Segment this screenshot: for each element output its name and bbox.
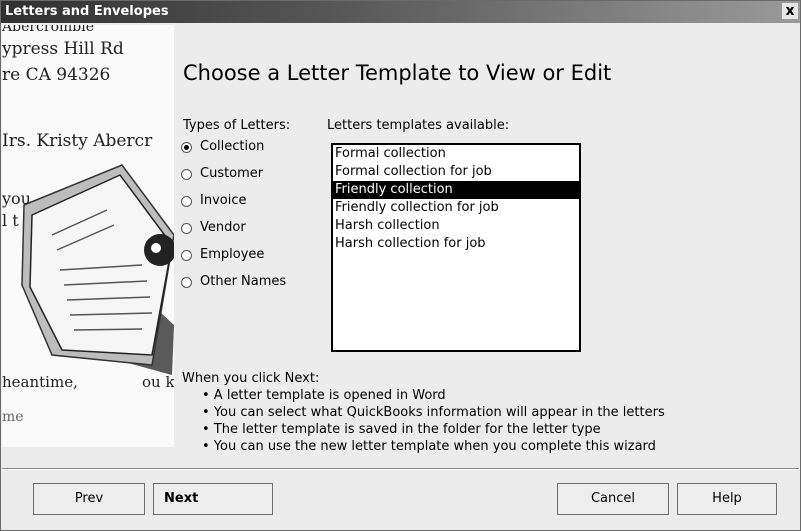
page-title: Choose a Letter Template to View or Edit: [183, 61, 612, 85]
radio-vendor-indicator[interactable]: [181, 223, 192, 234]
radio-other-names-label: Other Names: [200, 274, 287, 289]
notes-bullet-1: • A letter template is opened in Word: [202, 388, 446, 403]
help-button[interactable]: Help: [677, 483, 777, 515]
radio-invoice-label: Invoice: [200, 193, 247, 208]
cancel-button[interactable]: Cancel: [557, 483, 669, 515]
template-item-harsh-collection-job[interactable]: Harsh collection for job: [333, 235, 579, 253]
templates-listbox[interactable]: Formal collection Formal collection for …: [331, 143, 581, 352]
template-item-harsh-collection[interactable]: Harsh collection: [333, 217, 579, 235]
types-of-letters-label: Types of Letters:: [183, 118, 291, 133]
notes-bullet-3: • The letter template is saved in the fo…: [202, 422, 601, 437]
radio-employee-label: Employee: [200, 247, 265, 262]
radio-collection-indicator[interactable]: [181, 142, 192, 153]
notes-intro: When you click Next:: [182, 371, 320, 386]
template-item-formal-collection[interactable]: Formal collection: [333, 145, 579, 163]
prev-button[interactable]: Prev: [33, 483, 145, 515]
letter-pages-icon: [21, 164, 174, 375]
letters-envelopes-dialog: Letters and Envelopes x Abercrombie ypre…: [0, 0, 801, 531]
radio-customer-indicator[interactable]: [181, 169, 192, 180]
radio-vendor-label: Vendor: [200, 220, 246, 235]
templates-available-label: Letters templates available:: [327, 118, 510, 133]
letter-illustration-panel: Abercrombie ypress Hill Rd re CA 94326 I…: [2, 25, 174, 447]
radio-invoice-indicator[interactable]: [181, 196, 192, 207]
radio-customer-label: Customer: [200, 166, 264, 181]
close-icon[interactable]: x: [782, 3, 798, 19]
template-item-friendly-collection-job[interactable]: Friendly collection for job: [333, 199, 579, 217]
title-bar: Letters and Envelopes x: [1, 1, 800, 23]
footer-divider: [2, 468, 799, 470]
window-title: Letters and Envelopes: [5, 4, 169, 19]
template-item-friendly-collection[interactable]: Friendly collection: [333, 181, 579, 199]
radio-employee-indicator[interactable]: [181, 250, 192, 261]
radio-other-names-indicator[interactable]: [181, 277, 192, 288]
next-button[interactable]: Next: [153, 483, 273, 515]
radio-collection-label: Collection: [200, 139, 265, 154]
notes-bullet-4: • You can use the new letter template wh…: [202, 439, 656, 454]
notes-bullet-2: • You can select what QuickBooks informa…: [202, 405, 665, 420]
template-item-formal-collection-job[interactable]: Formal collection for job: [333, 163, 579, 181]
next-step-notes: When you click Next: • A letter template…: [182, 370, 665, 455]
